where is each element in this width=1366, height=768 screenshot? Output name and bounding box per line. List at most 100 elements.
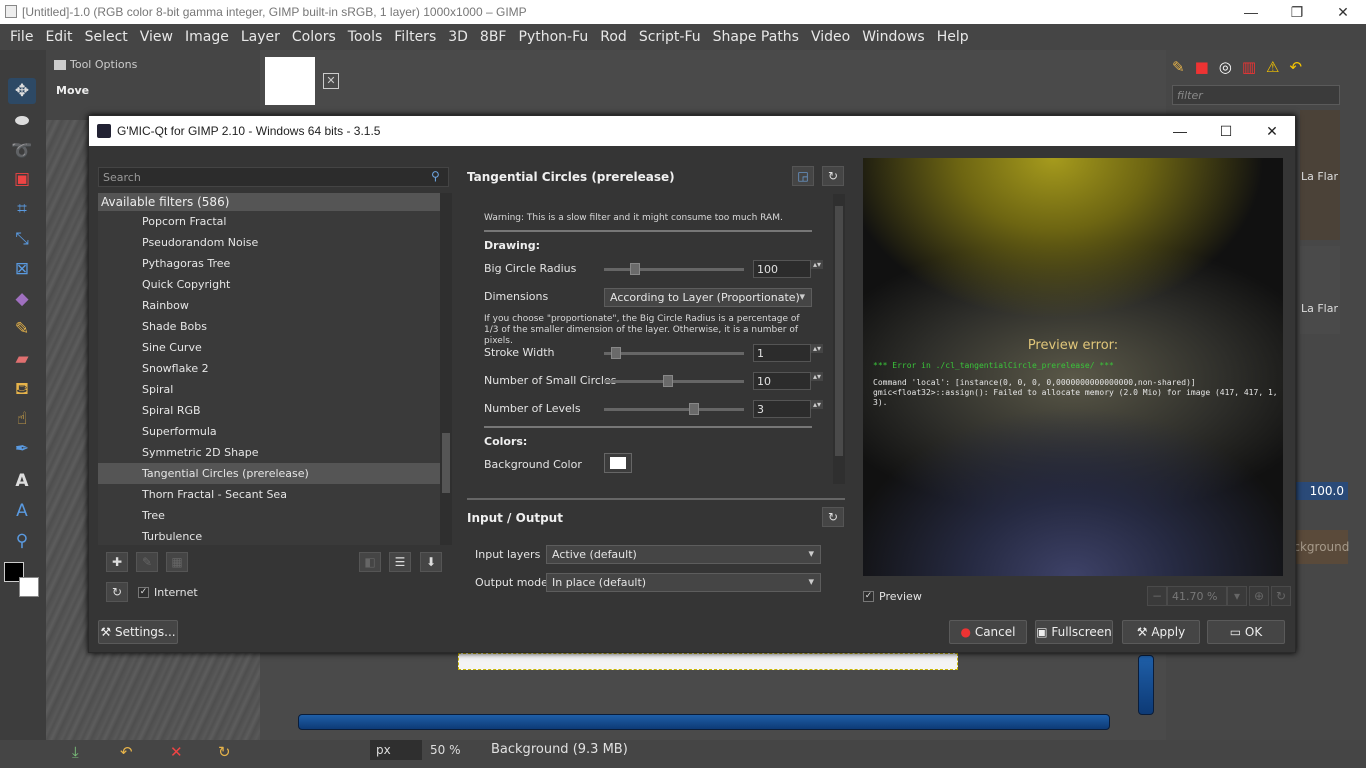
- smudge-icon[interactable]: ☝: [8, 406, 36, 432]
- refresh-filters-icon[interactable]: ↻: [106, 582, 128, 602]
- settings-button[interactable]: ⚒ Settings...: [98, 620, 178, 644]
- filter-item[interactable]: Turbulence: [98, 526, 440, 545]
- copy-command-icon[interactable]: ◲: [792, 166, 814, 186]
- menu-3d[interactable]: 3D: [442, 29, 474, 45]
- delete-icon[interactable]: ✕: [170, 743, 183, 761]
- add-favorite-icon[interactable]: ✚: [106, 552, 128, 572]
- maximize-button[interactable]: ❐: [1274, 0, 1320, 24]
- params-scroll-thumb[interactable]: [835, 206, 843, 456]
- filter-item[interactable]: Tangential Circles (prerelease): [98, 463, 440, 484]
- filter-item[interactable]: Sine Curve: [98, 337, 440, 358]
- filter-item[interactable]: Thorn Fractal - Secant Sea: [98, 484, 440, 505]
- measure-icon[interactable]: A: [8, 498, 36, 524]
- clone-icon[interactable]: ⛾: [8, 376, 36, 402]
- filter-item[interactable]: Symmetric 2D Shape: [98, 442, 440, 463]
- expand-collapse-icon[interactable]: ☰: [389, 552, 411, 572]
- filter-item[interactable]: Tree: [98, 505, 440, 526]
- levels-knob[interactable]: [688, 403, 699, 415]
- filter-item[interactable]: Snowflake 2: [98, 358, 440, 379]
- filter-list[interactable]: Available filters (586) Popcorn Fractal P…: [98, 193, 440, 545]
- small-circles-knob[interactable]: [662, 375, 673, 387]
- menu-rod[interactable]: Rod: [594, 29, 633, 45]
- menu-script-fu[interactable]: Script-Fu: [633, 29, 707, 45]
- menu-edit[interactable]: Edit: [39, 29, 78, 45]
- undo-icon[interactable]: ↶: [120, 743, 133, 761]
- preview-zoom-field[interactable]: 41.70 %: [1167, 586, 1227, 606]
- filter-scroll-thumb[interactable]: [442, 433, 450, 493]
- vertical-scrollbar[interactable]: [1138, 655, 1154, 715]
- brushes-icon[interactable]: ✎: [1172, 58, 1185, 76]
- undo-history-icon[interactable]: ↶: [1290, 58, 1303, 76]
- small-circles-slider[interactable]: [604, 375, 744, 387]
- visibility-icon[interactable]: ◧: [359, 552, 381, 572]
- filter-item[interactable]: Quick Copyright: [98, 274, 440, 295]
- filter-item[interactable]: Spiral RGB: [98, 400, 440, 421]
- big-radius-knob[interactable]: [630, 263, 640, 275]
- download-icon[interactable]: ⬇: [420, 552, 442, 572]
- warp-icon[interactable]: ⊠: [8, 256, 36, 282]
- menu-windows[interactable]: Windows: [856, 29, 931, 45]
- gmic-close-button[interactable]: ✕: [1249, 116, 1295, 146]
- menu-video[interactable]: Video: [805, 29, 856, 45]
- zoom-selector[interactable]: 50 %: [430, 740, 485, 760]
- input-layers-select[interactable]: Active (default): [546, 545, 821, 564]
- remove-favorite-icon[interactable]: ▦: [166, 552, 188, 572]
- small-circles-spin[interactable]: 10: [753, 372, 823, 390]
- filter-item[interactable]: Popcorn Fractal: [98, 211, 440, 232]
- minimize-button[interactable]: —: [1228, 0, 1274, 24]
- background-color-swatch[interactable]: [19, 577, 39, 597]
- preview-checkbox[interactable]: ✓: [863, 591, 874, 602]
- reset-params-icon[interactable]: ↻: [822, 166, 844, 186]
- reset-icon[interactable]: ↻: [218, 743, 231, 761]
- menu-8bf[interactable]: 8BF: [474, 29, 513, 45]
- menu-select[interactable]: Select: [79, 29, 134, 45]
- dock-zoom-field[interactable]: 100.0: [1296, 482, 1348, 500]
- reset-io-icon[interactable]: ↻: [822, 507, 844, 527]
- stroke-width-knob[interactable]: [610, 347, 621, 359]
- zoom-out-icon[interactable]: −: [1147, 586, 1167, 606]
- unit-selector[interactable]: px: [370, 740, 422, 760]
- image-tab-close-icon[interactable]: ✕: [323, 73, 339, 89]
- image-canvas[interactable]: [458, 653, 958, 670]
- dimensions-select[interactable]: According to Layer (Proportionate): [604, 288, 812, 307]
- bucket-fill-icon[interactable]: ◆: [8, 286, 36, 312]
- eraser-icon[interactable]: ▰: [8, 346, 36, 372]
- zoom-in-icon[interactable]: ⊕: [1249, 586, 1269, 606]
- dock-filter-input[interactable]: filter: [1172, 85, 1340, 105]
- big-radius-slider[interactable]: [604, 263, 744, 275]
- filter-search-input[interactable]: Search: [98, 167, 449, 187]
- menu-colors[interactable]: Colors: [286, 29, 342, 45]
- ok-button[interactable]: ▭ OK: [1207, 620, 1285, 644]
- ellipse-select-icon[interactable]: ⬬: [8, 108, 36, 134]
- move-tool-icon[interactable]: ✥: [8, 78, 36, 104]
- palettes-icon[interactable]: ▥: [1242, 58, 1256, 76]
- warning-icon[interactable]: ⚠: [1266, 58, 1279, 76]
- close-button[interactable]: ✕: [1320, 0, 1366, 24]
- preview-area[interactable]: Preview error: *** Error in ./cl_tangent…: [863, 158, 1283, 576]
- filter-item[interactable]: Spiral: [98, 379, 440, 400]
- patterns-icon[interactable]: ■: [1195, 58, 1209, 76]
- paintbrush-icon[interactable]: ✎: [8, 316, 36, 342]
- export-icon[interactable]: ⤓: [72, 743, 79, 761]
- splitter[interactable]: [467, 498, 845, 500]
- cancel-button[interactable]: ● Cancel: [949, 620, 1027, 644]
- brush-preview-2[interactable]: La Flar: [1300, 246, 1340, 334]
- filter-list-scrollbar[interactable]: [440, 193, 452, 545]
- menu-view[interactable]: View: [134, 29, 179, 45]
- output-mode-select[interactable]: In place (default): [546, 573, 821, 592]
- menu-help[interactable]: Help: [931, 29, 975, 45]
- params-scrollbar[interactable]: [833, 194, 845, 484]
- fullscreen-button[interactable]: ▣ Fullscreen: [1035, 620, 1113, 644]
- stroke-width-slider[interactable]: [604, 347, 744, 359]
- fuzzy-select-icon[interactable]: ▣: [8, 166, 36, 192]
- lasso-icon[interactable]: ➰: [8, 138, 36, 164]
- big-radius-spin[interactable]: 100: [753, 260, 823, 278]
- menu-file[interactable]: File: [4, 29, 39, 45]
- stroke-width-spin[interactable]: 1: [753, 344, 823, 362]
- menu-tools[interactable]: Tools: [342, 29, 389, 45]
- zoom-dropdown-icon[interactable]: ▾: [1227, 586, 1247, 606]
- text-tool-icon[interactable]: A: [8, 468, 36, 494]
- menu-python-fu[interactable]: Python-Fu: [513, 29, 595, 45]
- unified-transform-icon[interactable]: ⤡: [8, 226, 36, 252]
- brush-preview-1[interactable]: La Flar: [1300, 110, 1340, 240]
